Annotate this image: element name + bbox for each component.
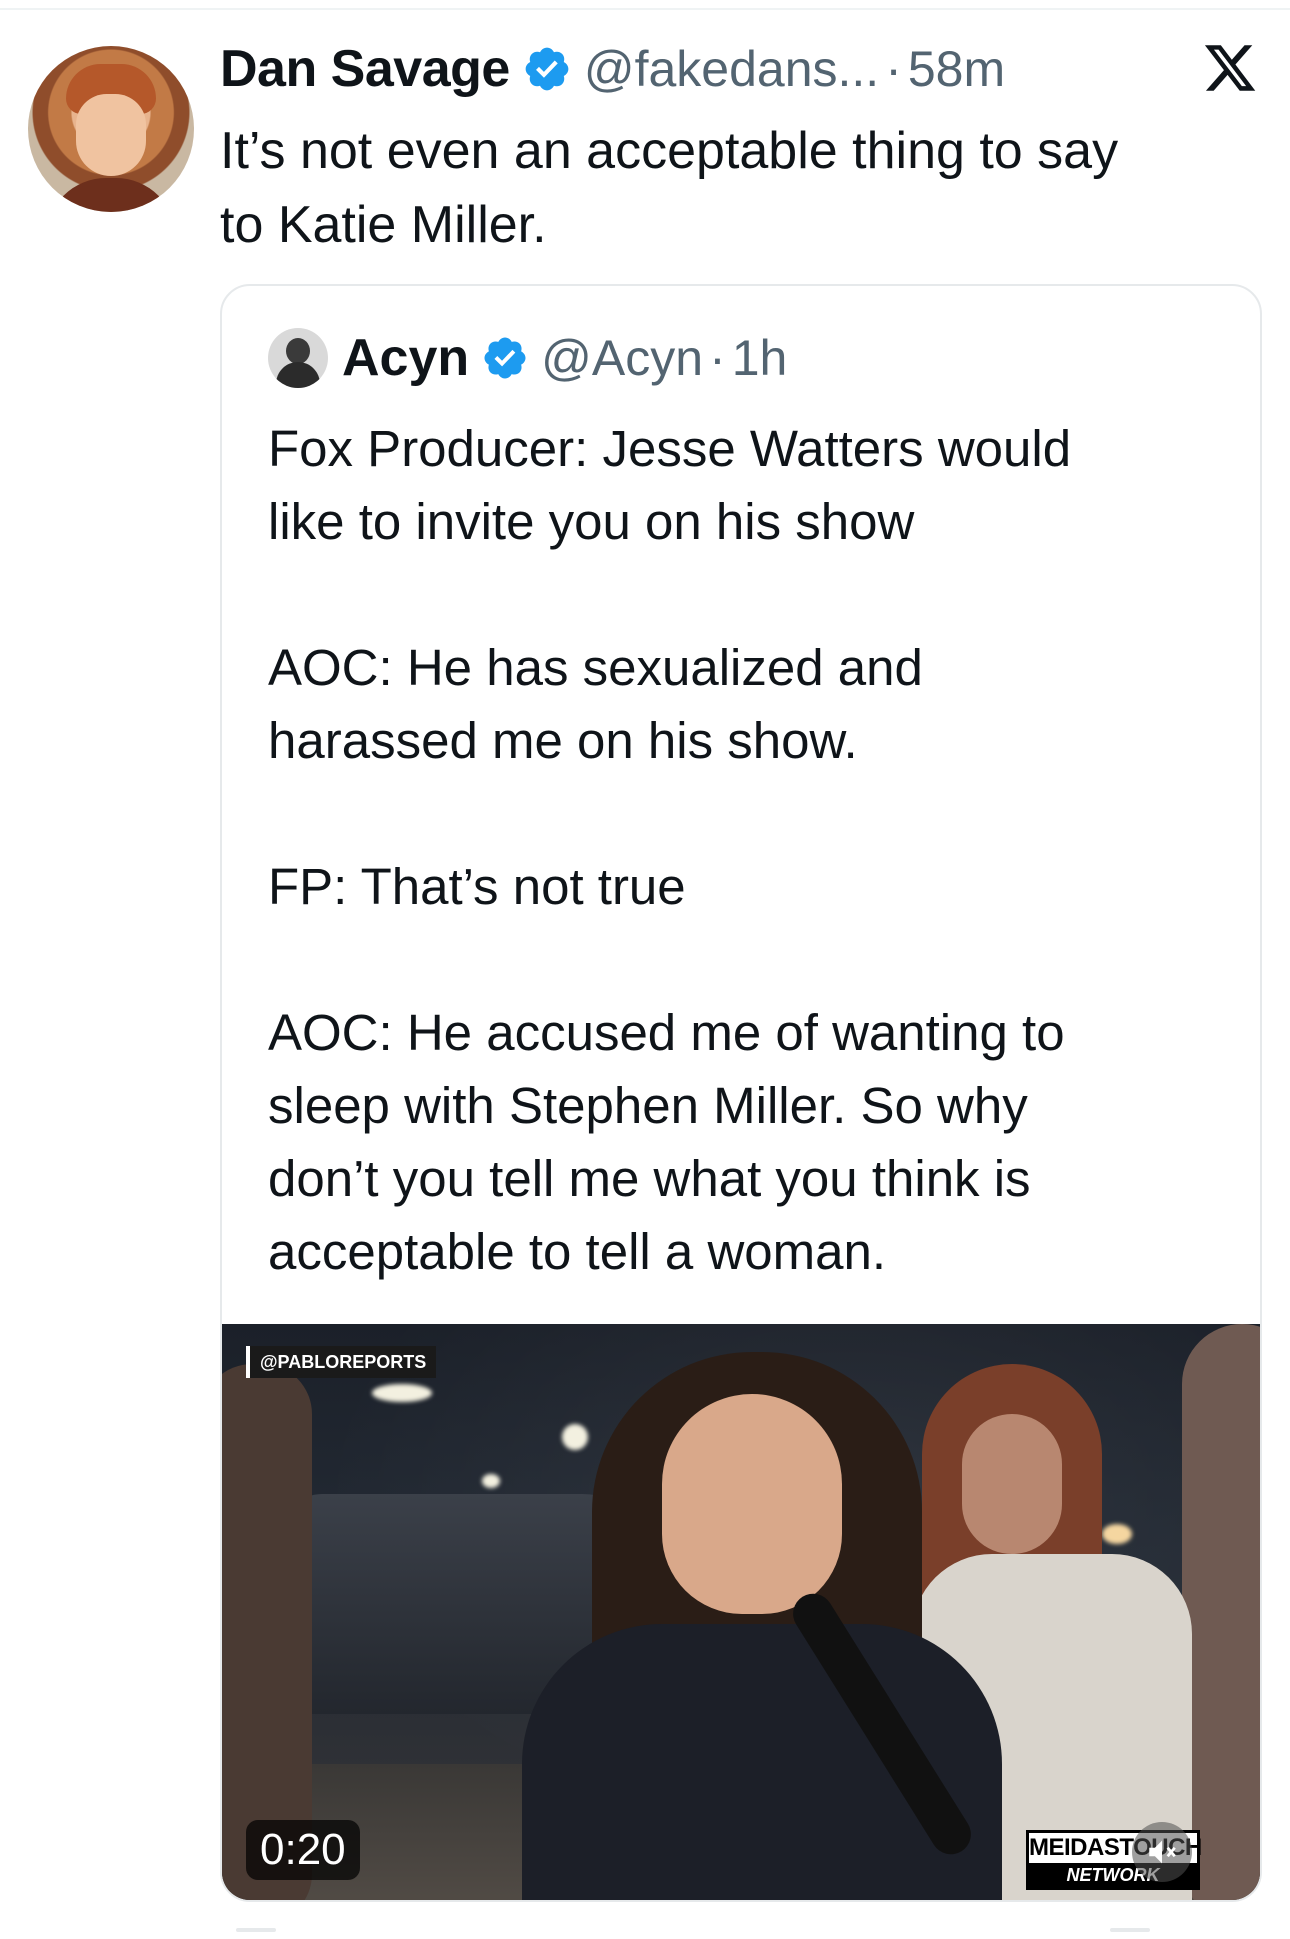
quoted-display-name[interactable]: Acyn — [342, 328, 469, 388]
action-bar-hint — [236, 1928, 276, 1932]
video-player[interactable]: @PABLOREPORTS 0:20 MEIDASTOUCH NETWORK — [222, 1324, 1260, 1900]
video-scene-person — [1182, 1324, 1260, 1900]
verified-badge-icon — [525, 47, 569, 91]
timestamp[interactable]: 58m — [908, 40, 1005, 98]
tweet-screen: Dan Savage @fakedans... · 58m It’s not e… — [0, 0, 1290, 1939]
quoted-avatar[interactable] — [268, 328, 328, 388]
user-handle[interactable]: @fakedans... — [584, 40, 879, 98]
quoted-paragraph: AOC: He has sexualized and harassed me o… — [268, 639, 923, 769]
quoted-paragraph: AOC: He accused me of wanting to sleep w… — [268, 1004, 1065, 1280]
verified-badge-icon — [484, 337, 526, 379]
video-duration: 0:20 — [246, 1820, 360, 1880]
separator-dot: · — [709, 330, 726, 386]
action-bar-hint — [1110, 1928, 1150, 1932]
divider — [0, 8, 1290, 10]
quoted-timestamp[interactable]: 1h — [732, 329, 788, 387]
quoted-paragraph: FP: That’s not true — [268, 858, 686, 915]
tweet-text: It’s not even an acceptable thing to say… — [220, 122, 1119, 254]
user-avatar[interactable] — [28, 46, 194, 212]
video-source-tag: @PABLOREPORTS — [246, 1346, 437, 1378]
quoted-text: Fox Producer: Jesse Watters would like t… — [268, 412, 1228, 1361]
display-name[interactable]: Dan Savage — [220, 39, 510, 99]
x-logo-icon[interactable] — [1202, 40, 1258, 96]
tweet-header: Dan Savage @fakedans... · 58m — [220, 36, 1005, 102]
quoted-handle[interactable]: @Acyn — [541, 329, 703, 387]
quoted-paragraph: Fox Producer: Jesse Watters would like t… — [268, 420, 1072, 550]
quoted-header: Acyn @Acyn · 1h — [268, 326, 787, 390]
volume-muted-icon[interactable] — [1132, 1822, 1192, 1882]
separator-dot: · — [885, 41, 902, 97]
quoted-tweet[interactable]: Acyn @Acyn · 1h Fox Producer: Jesse Watt… — [220, 284, 1262, 1902]
